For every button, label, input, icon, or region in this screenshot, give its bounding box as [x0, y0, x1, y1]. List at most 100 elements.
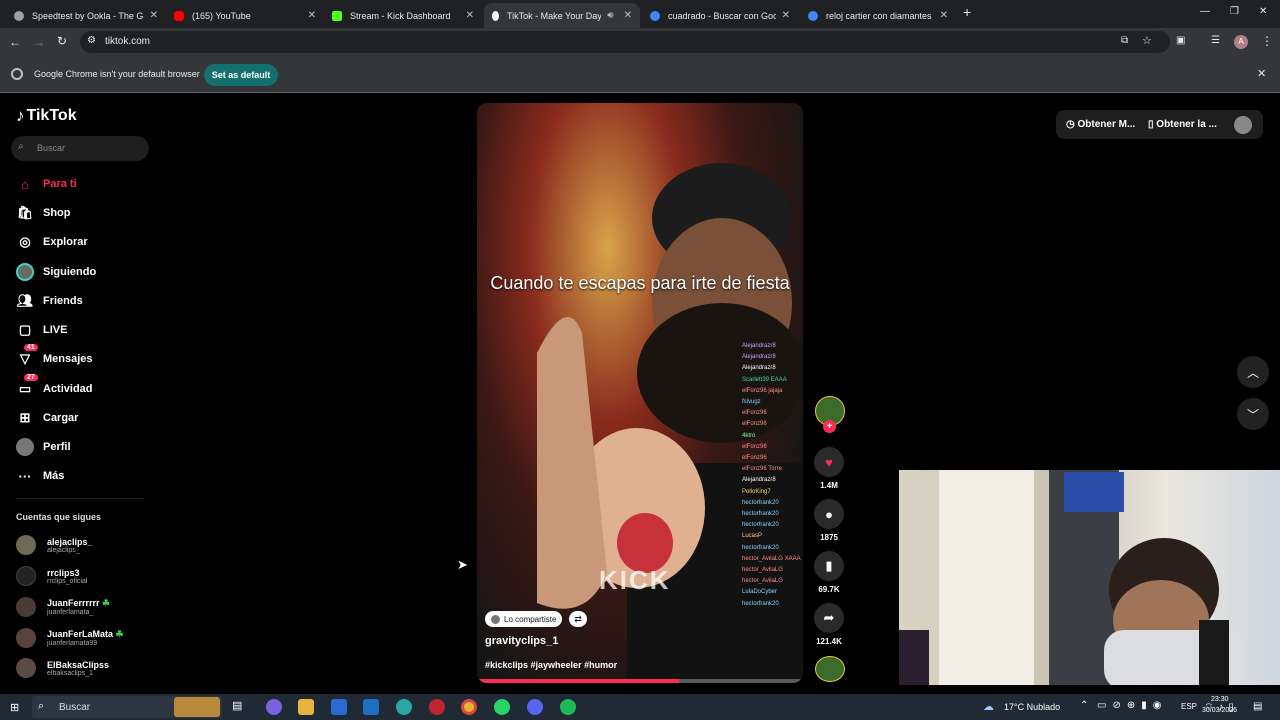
minimize-button[interactable]: —: [1200, 6, 1210, 17]
nav-siguiendo[interactable]: Siguiendo: [16, 262, 96, 282]
set-as-default-button[interactable]: Set as default: [204, 64, 278, 86]
clover-badge-icon: ☘: [115, 629, 124, 639]
nav-explorar[interactable]: ◎ Explorar: [16, 232, 87, 252]
tray-chevron-icon[interactable]: ⌃: [1080, 700, 1088, 711]
copilot-icon[interactable]: [266, 699, 282, 715]
site-info-icon[interactable]: ⚙: [87, 35, 96, 46]
tray-icons[interactable]: ▭⊘⊕▮◉: [1097, 700, 1167, 711]
like-action[interactable]: ♥ 1.4M: [814, 447, 844, 490]
outlook-icon[interactable]: [363, 699, 379, 715]
video-player[interactable]: Cuando te escapas para irte de fiesta KI…: [477, 103, 803, 683]
whatsapp-icon[interactable]: [494, 699, 510, 715]
nav-label: Para ti: [43, 178, 77, 190]
speaker-icon[interactable]: 🔊︎: [607, 10, 613, 21]
task-view-icon[interactable]: ▤: [232, 699, 248, 715]
close-window-button[interactable]: ✕: [1259, 6, 1267, 17]
nav-mas[interactable]: ··· Más: [16, 466, 65, 486]
file-explorer-icon[interactable]: [298, 699, 314, 715]
close-tab-icon[interactable]: ✕: [782, 10, 790, 21]
nav-mensajes[interactable]: ▽ 41 Mensajes: [16, 344, 93, 369]
nav-perfil[interactable]: Perfil: [16, 437, 71, 457]
repost-icon[interactable]: ⇄: [569, 611, 587, 627]
account-handle: rrclips_oficial: [47, 577, 88, 585]
following-account[interactable]: JuanFerLaMata ☘ juanferlamata99: [16, 625, 124, 651]
get-app-button[interactable]: ▯ Obtener la ...: [1148, 119, 1217, 130]
new-tab-button[interactable]: +: [963, 4, 971, 20]
forward-icon[interactable]: →: [33, 35, 45, 49]
bookmark-star-icon[interactable]: ☆: [1142, 34, 1152, 47]
tab-speedtest[interactable]: Speedtest by Ookla - The Globa ✕: [6, 3, 166, 28]
clock-time[interactable]: 23:30: [1211, 696, 1229, 703]
taskbar-search[interactable]: ⌕ Buscar: [32, 696, 222, 718]
media-control-icon[interactable]: ☰: [1211, 35, 1220, 46]
reload-icon[interactable]: ↻: [57, 34, 67, 48]
share-action[interactable]: ➦ 121.4K: [814, 603, 844, 646]
back-icon[interactable]: ←: [9, 35, 21, 49]
close-tab-icon[interactable]: ✕: [150, 10, 158, 21]
chrome-icon[interactable]: [461, 699, 477, 715]
avatar: [16, 658, 36, 678]
restore-button[interactable]: ❐: [1230, 6, 1239, 17]
tab-kick[interactable]: Stream - Kick Dashboard ✕: [324, 3, 482, 28]
tab-youtube[interactable]: (165) YouTube ✕: [166, 3, 324, 28]
tiktok-logo[interactable]: ♪ TikTok: [16, 106, 77, 126]
close-tab-icon[interactable]: ✕: [624, 10, 632, 21]
nav-shop[interactable]: 🛍︎ Shop: [16, 203, 71, 223]
address-bar[interactable]: ⚙ tiktok.com ⧉ ☆: [80, 31, 1170, 53]
sound-disc-icon[interactable]: [815, 656, 845, 682]
nav-live[interactable]: ▢ LIVE: [16, 320, 68, 340]
previous-video-button[interactable]: ︿: [1237, 356, 1269, 388]
video-hashtags[interactable]: #kickclips #jaywheeler #humor: [485, 660, 617, 670]
next-video-button[interactable]: ﹀: [1237, 398, 1269, 430]
video-progress-track[interactable]: [477, 679, 803, 683]
tab-title: (165) YouTube: [192, 10, 251, 21]
notifications-icon[interactable]: ▤: [1253, 701, 1262, 712]
get-coins-button[interactable]: ◷ Obtener M...: [1066, 119, 1135, 130]
home-icon: ⌂: [21, 176, 29, 192]
activity-icon: ▭ 27: [16, 374, 38, 398]
nav-actividad[interactable]: ▭ 27 Actividad: [16, 374, 93, 399]
weather-text[interactable]: 17°C Nublado: [1004, 702, 1060, 712]
follow-plus-button[interactable]: +: [823, 420, 836, 433]
webcam-overlay: [899, 470, 1280, 685]
tab-strip: Speedtest by Ookla - The Globa ✕ (165) Y…: [0, 0, 1280, 28]
clock-date[interactable]: 30/03/2026: [1202, 707, 1237, 714]
tab-google-reloj[interactable]: reloj cartier con diamantes de c ✕: [800, 3, 956, 28]
language-indicator[interactable]: ESP: [1181, 702, 1197, 711]
account-handle: juanferlamata99: [47, 640, 98, 647]
tab-search-icon[interactable]: ▣: [1176, 35, 1185, 46]
discord-icon[interactable]: [527, 699, 543, 715]
nav-cargar[interactable]: ⊞ Cargar: [16, 408, 79, 428]
menu-kebab-icon[interactable]: ⋮: [1261, 34, 1273, 48]
close-tab-icon[interactable]: ✕: [308, 10, 316, 21]
close-infobar-icon[interactable]: ✕: [1257, 67, 1266, 80]
save-action[interactable]: ▮ 69.7K: [814, 551, 844, 594]
comment-icon: ●: [814, 499, 844, 529]
tab-tiktok[interactable]: TikTok - Make Your Day 🔊︎ ✕: [484, 3, 640, 28]
search-box[interactable]: ⌕ Buscar: [11, 136, 149, 161]
windows-start-icon[interactable]: ⊞: [10, 701, 19, 714]
close-tab-icon[interactable]: ✕: [940, 10, 948, 21]
following-account[interactable]: ElBaksaClipss elbaksaclips_1: [16, 655, 109, 681]
edge-icon[interactable]: [396, 699, 412, 715]
app-icon[interactable]: [429, 699, 445, 715]
video-author[interactable]: gravityclips_1: [485, 635, 558, 647]
nav-label: Perfil: [43, 441, 71, 453]
user-avatar[interactable]: [1234, 116, 1252, 134]
comment-action[interactable]: ● 1875: [814, 499, 844, 542]
install-app-icon[interactable]: ⧉: [1121, 35, 1128, 46]
following-account[interactable]: JuanFerrrrrr ☘ juanferlamata_: [16, 594, 110, 620]
following-account[interactable]: rrclips3 rrclips_oficial: [16, 563, 87, 589]
shared-pill[interactable]: Lo compartiste: [485, 611, 563, 627]
nav-para-ti[interactable]: ⌂ Para ti: [16, 174, 77, 194]
tab-title: cuadrado - Buscar con Google: [668, 10, 776, 21]
spotify-icon[interactable]: [560, 699, 576, 715]
like-count: 1.4M: [820, 481, 838, 490]
profile-avatar[interactable]: A: [1234, 35, 1248, 49]
tab-google-cuadrado[interactable]: cuadrado - Buscar con Google ✕: [642, 3, 798, 28]
chat-line: Scarlett39 EAAA: [742, 376, 787, 383]
nav-friends[interactable]: 👥︎ Friends: [16, 291, 83, 311]
close-tab-icon[interactable]: ✕: [466, 10, 474, 21]
following-account[interactable]: alejaclips_ alejaclips_: [16, 532, 93, 558]
store-icon[interactable]: [331, 699, 347, 715]
